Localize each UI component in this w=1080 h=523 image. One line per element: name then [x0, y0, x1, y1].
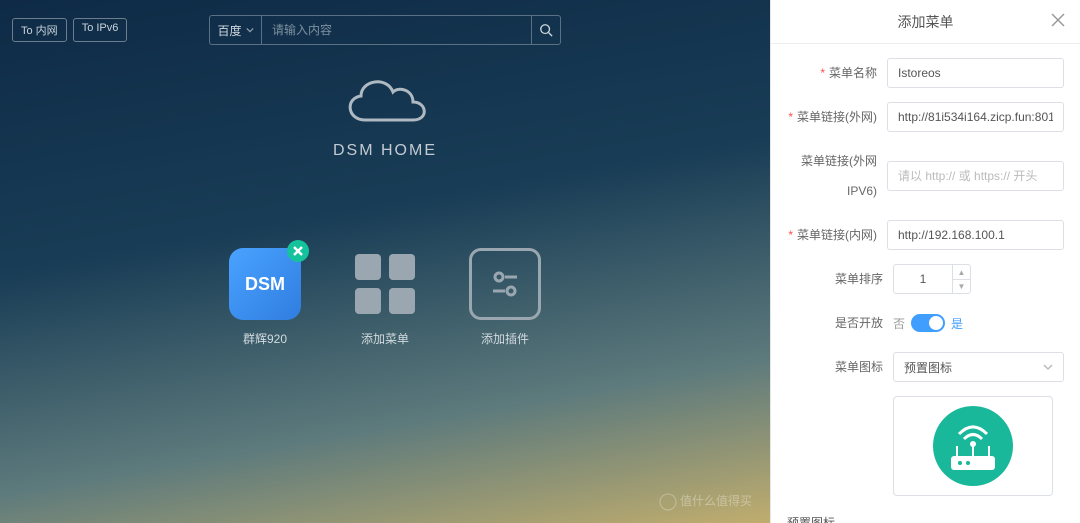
icon-select-value: 预置图标 — [904, 359, 952, 376]
to-ipv6-button[interactable]: To IPv6 — [73, 18, 128, 42]
switch-yes-label: 是 — [951, 315, 963, 332]
add-plugin-icon — [469, 248, 541, 320]
menu-sort-input[interactable] — [893, 264, 953, 294]
tile-add-plugin[interactable]: 添加插件 — [469, 248, 541, 347]
preset-icon-section-label: 预置图标 — [787, 514, 1064, 523]
menu-link-int-input[interactable] — [887, 220, 1064, 250]
icon-type-select[interactable]: 预置图标 — [893, 352, 1064, 382]
panel-close-button[interactable] — [1050, 12, 1066, 33]
to-intranet-button[interactable]: To 内网 — [12, 18, 67, 42]
sort-step-up[interactable]: ▲ — [953, 264, 971, 279]
menu-link-ext-input[interactable] — [887, 102, 1064, 132]
open-switch[interactable] — [911, 314, 945, 332]
close-badge-button[interactable] — [287, 240, 309, 262]
close-icon — [1050, 12, 1066, 28]
add-menu-panel: 添加菜单 菜单名称 菜单链接(外网) 菜单链接(外网 IPV6) 菜单链接(内网… — [770, 0, 1080, 523]
menu-name-input[interactable] — [887, 58, 1064, 88]
sort-step-down[interactable]: ▼ — [953, 279, 971, 294]
tile-label: 群辉920 — [229, 330, 301, 347]
tile-dsm[interactable]: DSM 群辉920 — [229, 248, 301, 347]
field-label-icon: 菜单图标 — [771, 352, 893, 382]
dsm-app-icon: DSM — [229, 248, 301, 320]
switch-no-label: 否 — [893, 315, 905, 332]
add-menu-icon — [349, 248, 421, 320]
close-icon — [293, 246, 303, 256]
panel-header: 添加菜单 — [771, 0, 1080, 44]
search-bar: 百度 — [209, 15, 561, 45]
main-desktop: To 内网 To IPv6 百度 DSM HOME DSM — [0, 0, 770, 523]
field-label-sort: 菜单排序 — [771, 264, 893, 294]
cloud-icon — [335, 70, 435, 135]
field-label-open: 是否开放 — [771, 308, 893, 338]
tile-add-menu[interactable]: 添加菜单 — [349, 248, 421, 347]
search-engine-label: 百度 — [217, 22, 241, 39]
field-label-name: 菜单名称 — [771, 58, 887, 88]
search-input[interactable] — [261, 15, 531, 45]
selected-icon-preview — [893, 396, 1053, 496]
panel-body: 菜单名称 菜单链接(外网) 菜单链接(外网 IPV6) 菜单链接(内网) 菜单排… — [771, 44, 1080, 523]
field-label-link-int: 菜单链接(内网) — [771, 220, 887, 250]
site-logo: DSM HOME — [333, 70, 437, 160]
top-bar: To 内网 To IPv6 百度 — [0, 18, 770, 42]
field-label-link-ext: 菜单链接(外网) — [771, 102, 887, 132]
panel-title: 添加菜单 — [898, 12, 954, 32]
field-label-link-ext6: 菜单链接(外网 IPV6) — [771, 146, 887, 206]
site-title: DSM HOME — [333, 142, 437, 160]
chevron-down-icon — [246, 26, 254, 34]
watermark: 值什么值得买 — [659, 492, 752, 511]
tile-row: DSM 群辉920 添加菜单 添加插件 — [229, 248, 541, 347]
search-engine-select[interactable]: 百度 — [209, 15, 261, 45]
tile-label: 添加插件 — [469, 330, 541, 347]
tile-label: 添加菜单 — [349, 330, 421, 347]
router-icon — [933, 406, 1013, 486]
chevron-down-icon — [1043, 362, 1053, 372]
search-button[interactable] — [531, 15, 561, 45]
menu-link-ext6-input[interactable] — [887, 161, 1064, 191]
search-icon — [539, 23, 553, 37]
